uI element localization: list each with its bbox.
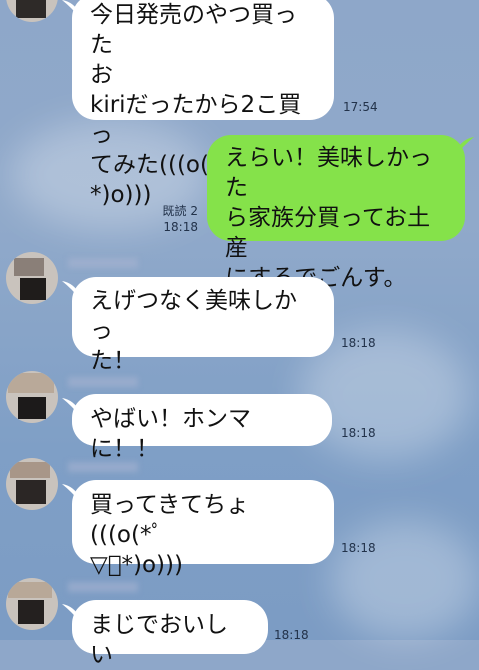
message-timestamp: 17:54 [343,100,378,114]
avatar[interactable] [6,252,58,304]
message-timestamp: 18:18 [341,541,376,555]
bubble-tail [62,484,80,502]
message-timestamp: 18:18 [163,220,198,234]
message-timestamp: 18:18 [341,336,376,350]
read-receipt: 既読 2 18:18 [140,203,198,235]
sender-name-redacted [68,582,138,592]
avatar[interactable] [6,0,58,22]
bubble-tail [62,398,80,416]
chat-bubble-received[interactable]: えげつなく美味しかっ た！ [72,277,334,374]
chat-bubble-received[interactable]: やばい！ホンマに！！ [72,394,332,462]
sender-name-redacted [68,258,138,268]
sender-name-redacted [68,462,138,472]
background-cloud [330,520,479,640]
chat-bubble-received[interactable]: まじでおいしい [72,600,268,668]
bubble-tail [456,137,474,155]
avatar[interactable] [6,578,58,630]
avatar[interactable] [6,458,58,510]
read-count: 既読 2 [162,204,198,218]
bubble-tail [62,0,80,18]
message-timestamp: 18:18 [341,426,376,440]
chat-bubble-received[interactable]: 今日発売のやつ買った お kiriだったから2こ買っ てみた(((o(*ﾟ▽ﾟ*… [72,0,334,208]
chat-bubble-sent[interactable]: えらい！美味しかった ら家族分買ってお土産 にするでごんす。 [207,135,465,291]
chat-bubble-received[interactable]: 買ってきてちょ(((o(*ﾟ ▽ﾟ*)o))) [72,480,334,578]
sender-name-redacted [68,377,138,387]
avatar[interactable] [6,371,58,423]
bubble-tail [62,604,80,622]
bubble-tail [62,281,80,299]
